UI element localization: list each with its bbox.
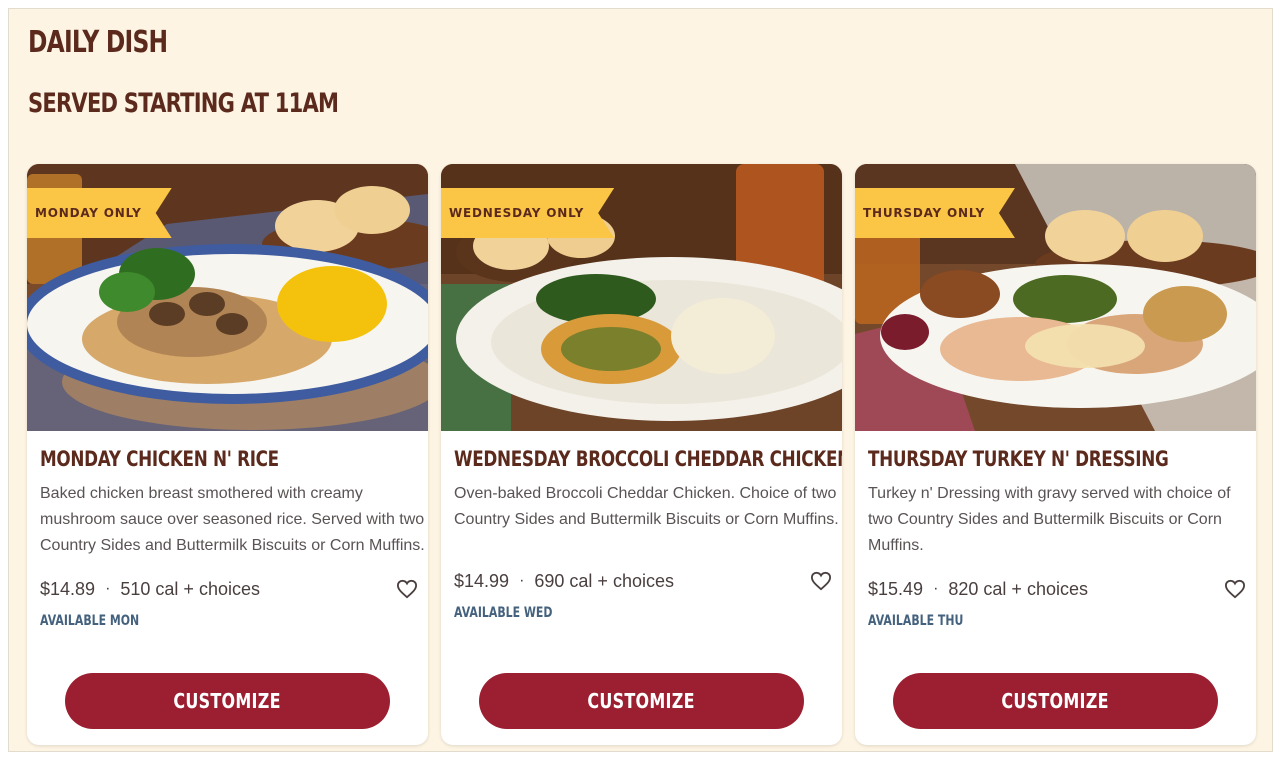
dish-description: Baked chicken breast smothered with crea… [40, 485, 425, 554]
price: $14.99 [454, 570, 510, 591]
availability-label: AVAILABLE MON [40, 613, 140, 629]
heart-icon[interactable] [810, 571, 832, 591]
daily-dish-section: DAILY DISH SERVED STARTING AT 11AM MONDA… [8, 8, 1273, 752]
calories: 820 cal + choices [948, 578, 1088, 599]
price: $14.89 [40, 578, 96, 599]
section-title: DAILY DISH [28, 25, 168, 60]
calories: 510 cal + choices [120, 578, 260, 599]
dish-name[interactable]: THURSDAY TURKEY N' DRESSING [868, 446, 1169, 472]
day-tag: THURSDAY ONLY [855, 188, 1015, 238]
price-row: $14.89 · 510 cal + choices [40, 577, 418, 601]
menu-card-monday[interactable]: MONDAY ONLY MONDAY CHICKEN N' RICE Baked… [27, 164, 428, 745]
section-subtitle: SERVED STARTING AT 11AM [28, 88, 339, 119]
menu-card-thursday[interactable]: THURSDAY ONLY THURSDAY TURKEY N' DRESSIN… [855, 164, 1256, 745]
dish-description: Turkey n' Dressing with gravy served wit… [868, 485, 1231, 554]
customize-button[interactable]: CUSTOMIZE [65, 673, 390, 729]
customize-button[interactable]: CUSTOMIZE [479, 673, 804, 729]
menu-card-wednesday[interactable]: WEDNESDAY ONLY WEDNESDAY BROCCOLI CHEDDA… [441, 164, 842, 745]
heart-icon[interactable] [396, 579, 418, 599]
separator-dot: · [933, 580, 939, 597]
dish-name[interactable]: WEDNESDAY BROCCOLI CHEDDAR CHICKEN [454, 446, 842, 472]
heart-icon[interactable] [1224, 579, 1246, 599]
dish-photo[interactable]: THURSDAY ONLY [855, 164, 1256, 431]
availability-label: AVAILABLE THU [868, 613, 964, 629]
availability-label: AVAILABLE WED [454, 605, 553, 621]
dish-photo[interactable]: MONDAY ONLY [27, 164, 428, 431]
price-row: $15.49 · 820 cal + choices [868, 577, 1246, 601]
dish-description: Oven-baked Broccoli Cheddar Chicken. Cho… [454, 485, 839, 528]
dish-name[interactable]: MONDAY CHICKEN N' RICE [40, 446, 279, 472]
day-tag: MONDAY ONLY [27, 188, 172, 238]
price: $15.49 [868, 578, 924, 599]
customize-button[interactable]: CUSTOMIZE [893, 673, 1218, 729]
separator-dot: · [105, 580, 111, 597]
price-row: $14.99 · 690 cal + choices [454, 569, 832, 593]
dish-photo[interactable]: WEDNESDAY ONLY [441, 164, 842, 431]
calories: 690 cal + choices [534, 570, 674, 591]
separator-dot: · [519, 572, 525, 589]
day-tag: WEDNESDAY ONLY [441, 188, 614, 238]
